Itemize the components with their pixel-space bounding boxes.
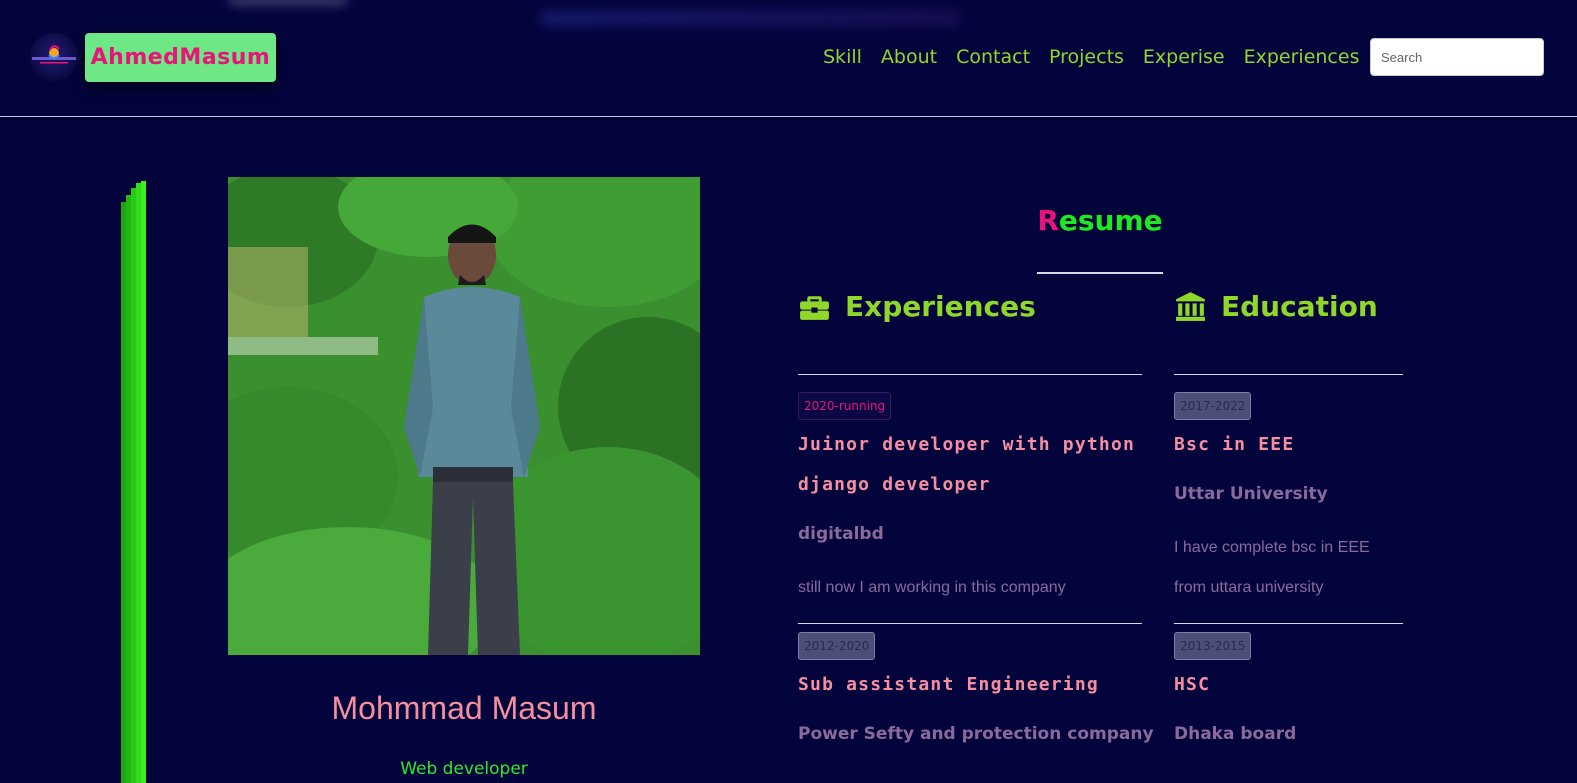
experience-title: Juinor developer with python django deve… [798,434,1136,495]
resume-title: Resume [1037,204,1163,237]
nav-experiences[interactable]: Experiences [1244,46,1360,68]
resume-title-initial: R [1037,204,1059,237]
main-nav: Skill About Contact Projects Experise Ex… [823,43,1359,71]
divider [1174,374,1403,375]
nav-skill[interactable]: Skill [823,46,862,68]
experience-title: Sub assistant Engineering [798,674,1099,695]
experience-desc: still now I am working in this company [798,579,1066,596]
experiences-heading: Experiences [798,286,1036,326]
experience-org: digitalbd [798,524,884,544]
brand-button[interactable]: AhmedMasum [85,33,276,82]
university-icon [1176,291,1205,321]
briefcase-icon [800,295,829,320]
profile-photo [228,177,700,655]
period-badge: 2017-2022 [1174,392,1252,420]
education-heading-label: Education [1221,289,1378,323]
education-org: Uttar University [1174,484,1328,504]
experience-org: Power Sefty and protection company [798,724,1154,744]
side-progress-bar-step [141,181,146,783]
period-badge: 2013-2015 [1174,632,1252,660]
resume-title-rest: esume [1058,204,1163,237]
period-badge: 2012-2020 [798,632,876,660]
education-title: Bsc in EEE [1174,434,1295,455]
divider [798,623,1142,624]
education-org: Dhaka board [1174,724,1297,744]
resume-underline [1037,272,1163,274]
nav-about[interactable]: About [881,46,937,68]
nav-contact[interactable]: Contact [956,46,1030,68]
education-desc: I have complete bsc in EEE from uttara u… [1174,539,1370,596]
profile-role: Web developer [400,759,528,779]
profile-name: Mohmmad Masum [331,690,597,726]
divider [798,374,1142,375]
site-header: AhmedMasum Skill About Contact Projects … [0,0,1577,117]
education-heading: Education [1174,286,1378,326]
divider [1174,623,1403,624]
nav-projects[interactable]: Projects [1049,46,1124,68]
education-title: HSC [1174,674,1211,695]
period-badge: 2020-running [798,392,892,420]
search-input[interactable] [1370,38,1544,76]
nav-experise[interactable]: Experise [1143,46,1225,68]
experiences-heading-label: Experiences [845,289,1036,323]
logo-icon[interactable] [30,33,78,81]
